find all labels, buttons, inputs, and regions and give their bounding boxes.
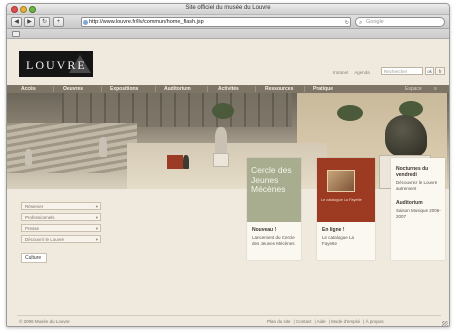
add-bookmark-button[interactable]: + bbox=[53, 17, 64, 27]
page-content: LOUVRE Intranet Agenda Rechercher ok fr … bbox=[7, 39, 449, 326]
footer-link[interactable]: Aide bbox=[317, 319, 326, 324]
bookmarks-book-icon[interactable] bbox=[12, 31, 20, 37]
utility-links: Intranet Agenda bbox=[333, 70, 375, 75]
footer-link[interactable]: Contact bbox=[296, 319, 312, 324]
louvre-logo[interactable]: LOUVRE bbox=[19, 51, 93, 77]
agenda-link[interactable]: Agenda bbox=[354, 70, 370, 75]
back-icon: ◀ bbox=[14, 19, 19, 25]
window-title: Site officiel du musée du Louvre bbox=[185, 5, 271, 11]
presse-select[interactable]: Presse ▾ bbox=[21, 224, 101, 232]
nav-item-activites[interactable]: Activités bbox=[218, 86, 239, 92]
tree bbox=[337, 105, 363, 121]
reload-icon: ↻ bbox=[41, 19, 48, 25]
bronze-sculpture bbox=[385, 115, 427, 157]
nav-separator bbox=[304, 86, 305, 92]
catalogue-cover: Le catalogue La Fayette bbox=[317, 158, 375, 222]
nav-separator bbox=[53, 86, 54, 92]
site-favicon-icon bbox=[83, 20, 88, 25]
catalogue-card-text: Le catalogue La Fayette bbox=[322, 235, 355, 246]
auditorium-text: Saison Musique 2006-2007 bbox=[396, 208, 441, 219]
chevron-down-icon: ▾ bbox=[95, 204, 98, 209]
nav-item-ressources[interactable]: Ressources bbox=[265, 86, 293, 92]
nocturnes-title: Nocturnes du vendredi bbox=[396, 166, 429, 178]
forward-button[interactable]: ▶ bbox=[24, 17, 35, 27]
select-label: Presse bbox=[25, 226, 40, 231]
site-search-input[interactable]: Rechercher bbox=[381, 67, 423, 75]
logo-text: LOUVRE bbox=[26, 58, 87, 72]
bookmarks-bar bbox=[7, 29, 449, 39]
sidebar-menus: Réserver ▾ Professionnels ▾ Presse ▾ Déc… bbox=[21, 202, 101, 246]
hero-photo bbox=[7, 93, 449, 189]
catalogue-card-title: En ligne ! bbox=[322, 227, 345, 233]
select-label: Réserver bbox=[25, 204, 44, 209]
browser-window: Site officiel du musée du Louvre ◀ ▶ ↻ +… bbox=[6, 3, 450, 327]
nav-item-auditorium[interactable]: Auditorium bbox=[164, 86, 191, 92]
auditorium-title: Auditorium bbox=[396, 200, 423, 206]
back-button[interactable]: ◀ bbox=[11, 17, 22, 27]
footer-link[interactable]: À propos bbox=[366, 319, 384, 324]
select-label: Découvrir le Louvre bbox=[25, 237, 65, 242]
search-icon: ⌕ bbox=[359, 20, 363, 26]
reserver-select[interactable]: Réserver ▾ bbox=[21, 202, 101, 210]
footer-link[interactable]: Mode d'emploi bbox=[331, 319, 360, 324]
cercle-banner-text: Cercle des Jeunes Mécènes bbox=[251, 165, 292, 194]
statue bbox=[215, 127, 227, 153]
chevron-down-icon: ▾ bbox=[95, 215, 98, 220]
cercle-card[interactable]: Cercle des Jeunes Mécènes Nouveau ! Lanc… bbox=[247, 158, 301, 260]
nav-item-acces[interactable]: Accès bbox=[21, 86, 36, 92]
title-bar: Site officiel du musée du Louvre bbox=[7, 4, 449, 15]
address-bar[interactable]: http://www.louvre.fr/llv/commun/home_fla… bbox=[81, 17, 351, 27]
forward-icon: ▶ bbox=[27, 19, 32, 25]
nav-separator bbox=[101, 86, 102, 92]
glass-roof bbox=[62, 93, 292, 127]
catalogue-card[interactable]: Le catalogue La Fayette En ligne ! Le ca… bbox=[317, 158, 375, 260]
decouvrir-select[interactable]: Découvrir le Louvre ▾ bbox=[21, 235, 101, 243]
url-text: http://www.louvre.fr/llv/commun/home_fla… bbox=[89, 19, 204, 25]
chevron-down-icon: ▾ bbox=[95, 237, 98, 242]
footer-link[interactable]: Plan du site bbox=[267, 319, 291, 324]
page-footer: © 2006 Musée du Louvre Plan du site | Con… bbox=[7, 309, 449, 326]
intranet-link[interactable]: Intranet bbox=[333, 70, 348, 75]
statue bbox=[99, 137, 107, 157]
nav-item-pratique[interactable]: Pratique bbox=[313, 86, 333, 92]
search-placeholder: Google bbox=[366, 19, 384, 25]
culture-label: Culture bbox=[25, 255, 42, 261]
professionnels-select[interactable]: Professionnels ▾ bbox=[21, 213, 101, 221]
catalogue-cover-image bbox=[327, 170, 355, 192]
culture-button[interactable]: Culture bbox=[21, 253, 47, 263]
nav-separator bbox=[155, 86, 156, 92]
cercle-banner: Cercle des Jeunes Mécènes bbox=[247, 158, 301, 222]
nav-item-expositions[interactable]: Expositions bbox=[110, 86, 138, 92]
red-panel bbox=[167, 155, 183, 169]
nocturnes-text: Découvrez le Louvre autrement bbox=[396, 180, 438, 191]
cercle-card-title: Nouveau ! bbox=[252, 227, 277, 233]
plus-icon: + bbox=[56, 19, 61, 25]
language-button[interactable]: fr bbox=[435, 67, 445, 75]
nav-item-oeuvres[interactable]: Oeuvres bbox=[63, 86, 83, 92]
catalogue-cover-text: Le catalogue La Fayette bbox=[321, 198, 362, 202]
info-card[interactable]: Nocturnes du vendredi Découvrez le Louvr… bbox=[391, 158, 445, 260]
reload-small-icon[interactable]: ↻ bbox=[345, 19, 349, 26]
footer-divider bbox=[17, 315, 441, 316]
select-label: Professionnels bbox=[25, 215, 55, 220]
chevron-down-icon: ▾ bbox=[95, 226, 98, 231]
statue bbox=[25, 149, 32, 165]
reload-button[interactable]: ↻ bbox=[39, 17, 50, 27]
visitor-figure bbox=[183, 155, 189, 169]
main-nav: Accès Oeuvres Expositions Auditorium Act… bbox=[7, 85, 449, 93]
search-ok-button[interactable]: ok bbox=[425, 67, 434, 75]
cercle-card-text: Lancement du Cercle des Jeunes Mécènes bbox=[252, 235, 295, 246]
browser-toolbar: ◀ ▶ ↻ + http://www.louvre.fr/llv/commun/… bbox=[7, 15, 449, 29]
footer-links: Plan du site | Contact | Aide | Mode d'empl… bbox=[267, 319, 384, 324]
nav-menu-icon[interactable]: ≡ bbox=[434, 86, 437, 92]
pedestal bbox=[213, 153, 229, 167]
nav-separator bbox=[255, 86, 256, 92]
tree bbox=[212, 103, 234, 119]
resize-grip-icon[interactable] bbox=[442, 321, 448, 326]
nav-item-espace[interactable]: Espace bbox=[405, 86, 422, 92]
staircase bbox=[7, 123, 137, 173]
nav-separator bbox=[207, 86, 208, 92]
browser-search-field[interactable]: ⌕ Google bbox=[355, 17, 445, 27]
copyright-text: © 2006 Musée du Louvre bbox=[19, 319, 70, 324]
